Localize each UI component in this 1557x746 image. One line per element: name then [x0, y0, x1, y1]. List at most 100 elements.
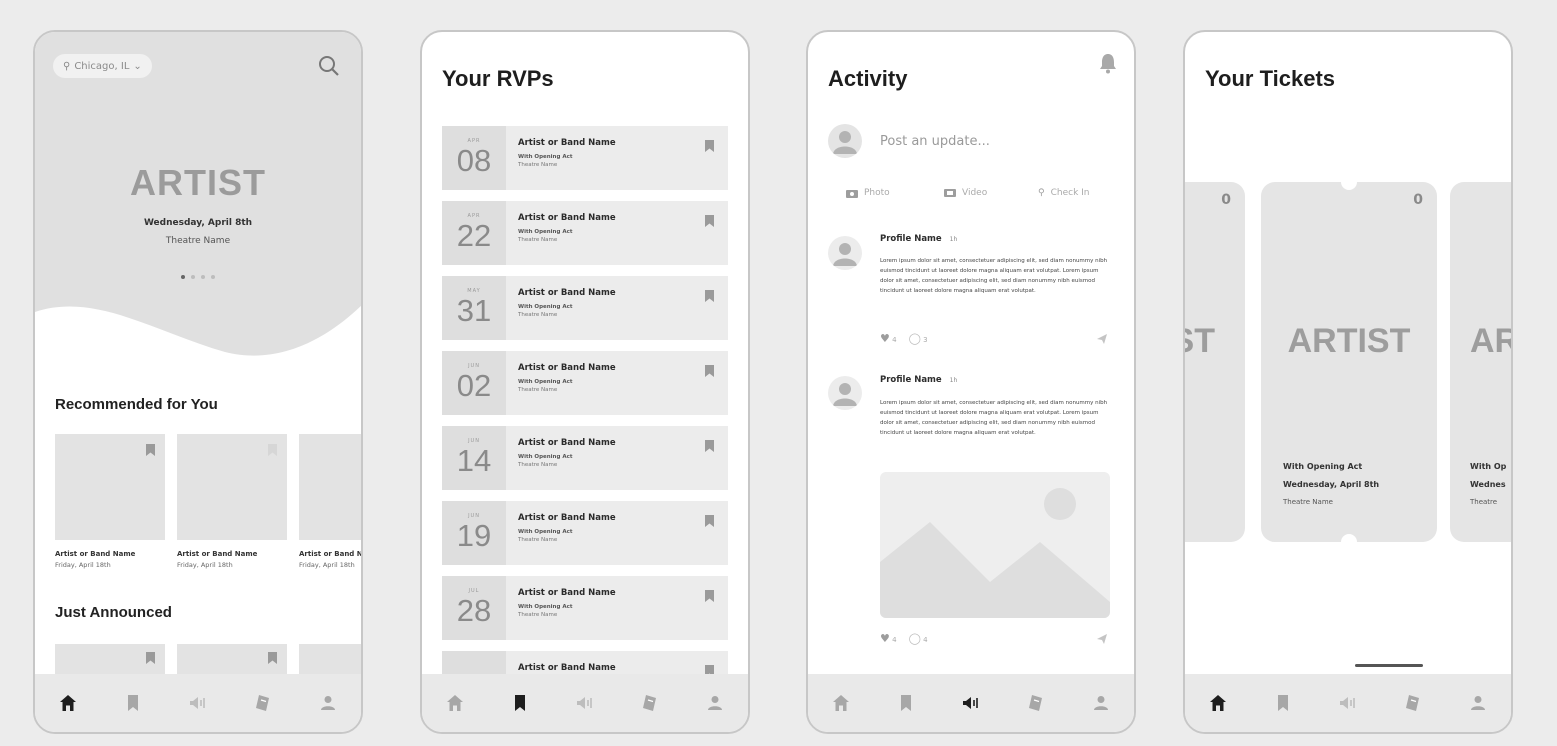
nav-saved[interactable] [507, 690, 533, 716]
nav-saved[interactable] [1270, 690, 1296, 716]
comment-count: 4 [923, 636, 928, 644]
location-selector[interactable]: ⚲ Chicago, IL ⌄ [53, 54, 152, 78]
event-artist: Artist or Band Name [55, 550, 136, 558]
video-button[interactable]: Video [944, 188, 987, 198]
bookmark-icon[interactable] [146, 652, 155, 664]
search-icon[interactable] [317, 54, 341, 78]
carousel-dot[interactable] [201, 275, 205, 279]
bookmark-icon[interactable] [705, 290, 714, 302]
nav-audio[interactable] [958, 690, 984, 716]
announced-card[interactable] [177, 644, 287, 674]
bookmark-icon[interactable] [705, 515, 714, 527]
carousel-dot[interactable] [181, 275, 185, 279]
carousel-dot[interactable] [211, 275, 215, 279]
nav-home[interactable] [1205, 690, 1231, 716]
announced-card[interactable] [299, 644, 361, 674]
nav-profile[interactable] [315, 690, 341, 716]
comment-button[interactable]: ◯ 3 [909, 332, 928, 345]
ticket-card-next[interactable]: AR With Op Wednes Theatre [1450, 182, 1511, 542]
home-icon [446, 695, 463, 711]
recommended-card[interactable]: Artist or Band Name Friday, April 18th [299, 434, 361, 569]
tickets-icon [256, 695, 270, 711]
share-icon[interactable] [1096, 633, 1108, 645]
hero-banner[interactable]: ⚲ Chicago, IL ⌄ ARTIST Wednesday, April … [35, 32, 361, 372]
activity-screen: Activity Post an update... Photo Video ⚲… [806, 30, 1136, 734]
like-button[interactable]: ♥ 4 [880, 632, 897, 645]
ticket-artist: ST [1185, 322, 1215, 360]
bookmark-icon[interactable] [146, 444, 155, 456]
nav-saved[interactable] [120, 690, 146, 716]
bookmark-icon[interactable] [705, 365, 714, 377]
bookmark-icon[interactable] [268, 444, 277, 456]
nav-tickets[interactable] [250, 690, 276, 716]
rsvp-opening-act: With Opening Act [518, 529, 573, 535]
rsvp-opening-act: With Opening Act [518, 379, 573, 385]
profile-name: Profile Name [880, 234, 942, 244]
carousel-dot[interactable] [191, 275, 195, 279]
rsvp-artist: Artist or Band Name [518, 363, 616, 373]
event-image [55, 434, 165, 540]
bottom-nav [808, 674, 1134, 732]
rsvp-item[interactable]: APR 08 Artist or Band Name With Opening Act… [442, 126, 728, 190]
nav-profile[interactable] [1465, 690, 1491, 716]
bookmark-icon[interactable] [705, 440, 714, 452]
ticket-card-prev[interactable]: 0 ST [1185, 182, 1245, 542]
rsvp-date-block: JUN 19 [442, 501, 506, 565]
recommended-card[interactable]: Artist or Band Name Friday, April 18th [55, 434, 165, 569]
rsvp-theatre: Theatre Name [518, 612, 558, 618]
rsvp-item[interactable]: JUN 14 Artist or Band Name With Opening Act… [442, 426, 728, 490]
nav-tickets[interactable] [1023, 690, 1049, 716]
bookmark-icon[interactable] [268, 652, 277, 664]
nav-audio[interactable] [185, 690, 211, 716]
photo-label: Photo [864, 188, 890, 198]
comment-button[interactable]: ◯ 4 [909, 632, 928, 645]
rsvp-artist: Artist or Band Name [518, 663, 616, 673]
comment-count: 3 [923, 336, 928, 344]
nav-profile[interactable] [1088, 690, 1114, 716]
nav-audio[interactable] [1335, 690, 1361, 716]
nav-tickets[interactable] [637, 690, 663, 716]
carousel-dots[interactable] [35, 275, 361, 279]
ticket-artist: AR [1470, 322, 1511, 360]
post-image[interactable] [880, 472, 1110, 618]
rsvp-item[interactable]: JUN 19 Artist or Band Name With Opening Act… [442, 501, 728, 565]
rsvp-date-block: APR 08 [442, 126, 506, 190]
ticket-artist: ARTIST [1287, 322, 1411, 360]
photo-button[interactable]: Photo [846, 188, 890, 198]
rsvp-item[interactable]: MAY 31 Artist or Band Name With Opening Act… [442, 276, 728, 340]
avatar[interactable] [828, 236, 862, 270]
announced-card[interactable] [55, 644, 165, 674]
rsvp-item[interactable]: JUL 28 Artist or Band Name With Opening Act… [442, 576, 728, 640]
bookmark-icon[interactable] [705, 215, 714, 227]
nav-home[interactable] [55, 690, 81, 716]
rsvp-item[interactable]: JUN 02 Artist or Band Name With Opening Act… [442, 351, 728, 415]
nav-audio[interactable] [572, 690, 598, 716]
rsvp-theatre: Theatre Name [518, 162, 558, 168]
bookmark-icon[interactable] [705, 590, 714, 602]
bookmark-icon[interactable] [705, 140, 714, 152]
rsvps-screen: Your RVPs APR 08 Artist or Band Name With O… [420, 30, 750, 734]
nav-home[interactable] [828, 690, 854, 716]
recommended-card[interactable]: Artist or Band Name Friday, April 18th [177, 434, 287, 569]
bell-icon[interactable] [1098, 52, 1118, 74]
checkin-button[interactable]: ⚲ Check In [1038, 188, 1090, 198]
rsvp-day: 14 [456, 443, 492, 478]
nav-profile[interactable] [702, 690, 728, 716]
post-input[interactable]: Post an update... [880, 134, 990, 149]
post-author[interactable]: Profile Name 1h [880, 375, 957, 385]
ticket-card[interactable]: 0 ARTIST With Opening Act Wednesday, Apr… [1261, 174, 1437, 550]
profile-name: Profile Name [880, 375, 942, 385]
like-button[interactable]: ♥ 4 [880, 332, 897, 345]
post-author[interactable]: Profile Name 1h [880, 234, 957, 244]
rsvp-item[interactable]: APR 22 Artist or Band Name With Opening Act… [442, 201, 728, 265]
rsvp-info: Artist or Band Name With Opening Act Theat… [506, 426, 728, 490]
rsvp-day: 28 [456, 593, 492, 628]
nav-tickets[interactable] [1400, 690, 1426, 716]
hero-date: Wednesday, April 8th [143, 218, 253, 228]
rsvp-date-block: MAY 31 [442, 276, 506, 340]
nav-saved[interactable] [893, 690, 919, 716]
avatar[interactable] [828, 376, 862, 410]
share-icon[interactable] [1096, 333, 1108, 345]
nav-home[interactable] [442, 690, 468, 716]
video-label: Video [962, 188, 988, 198]
